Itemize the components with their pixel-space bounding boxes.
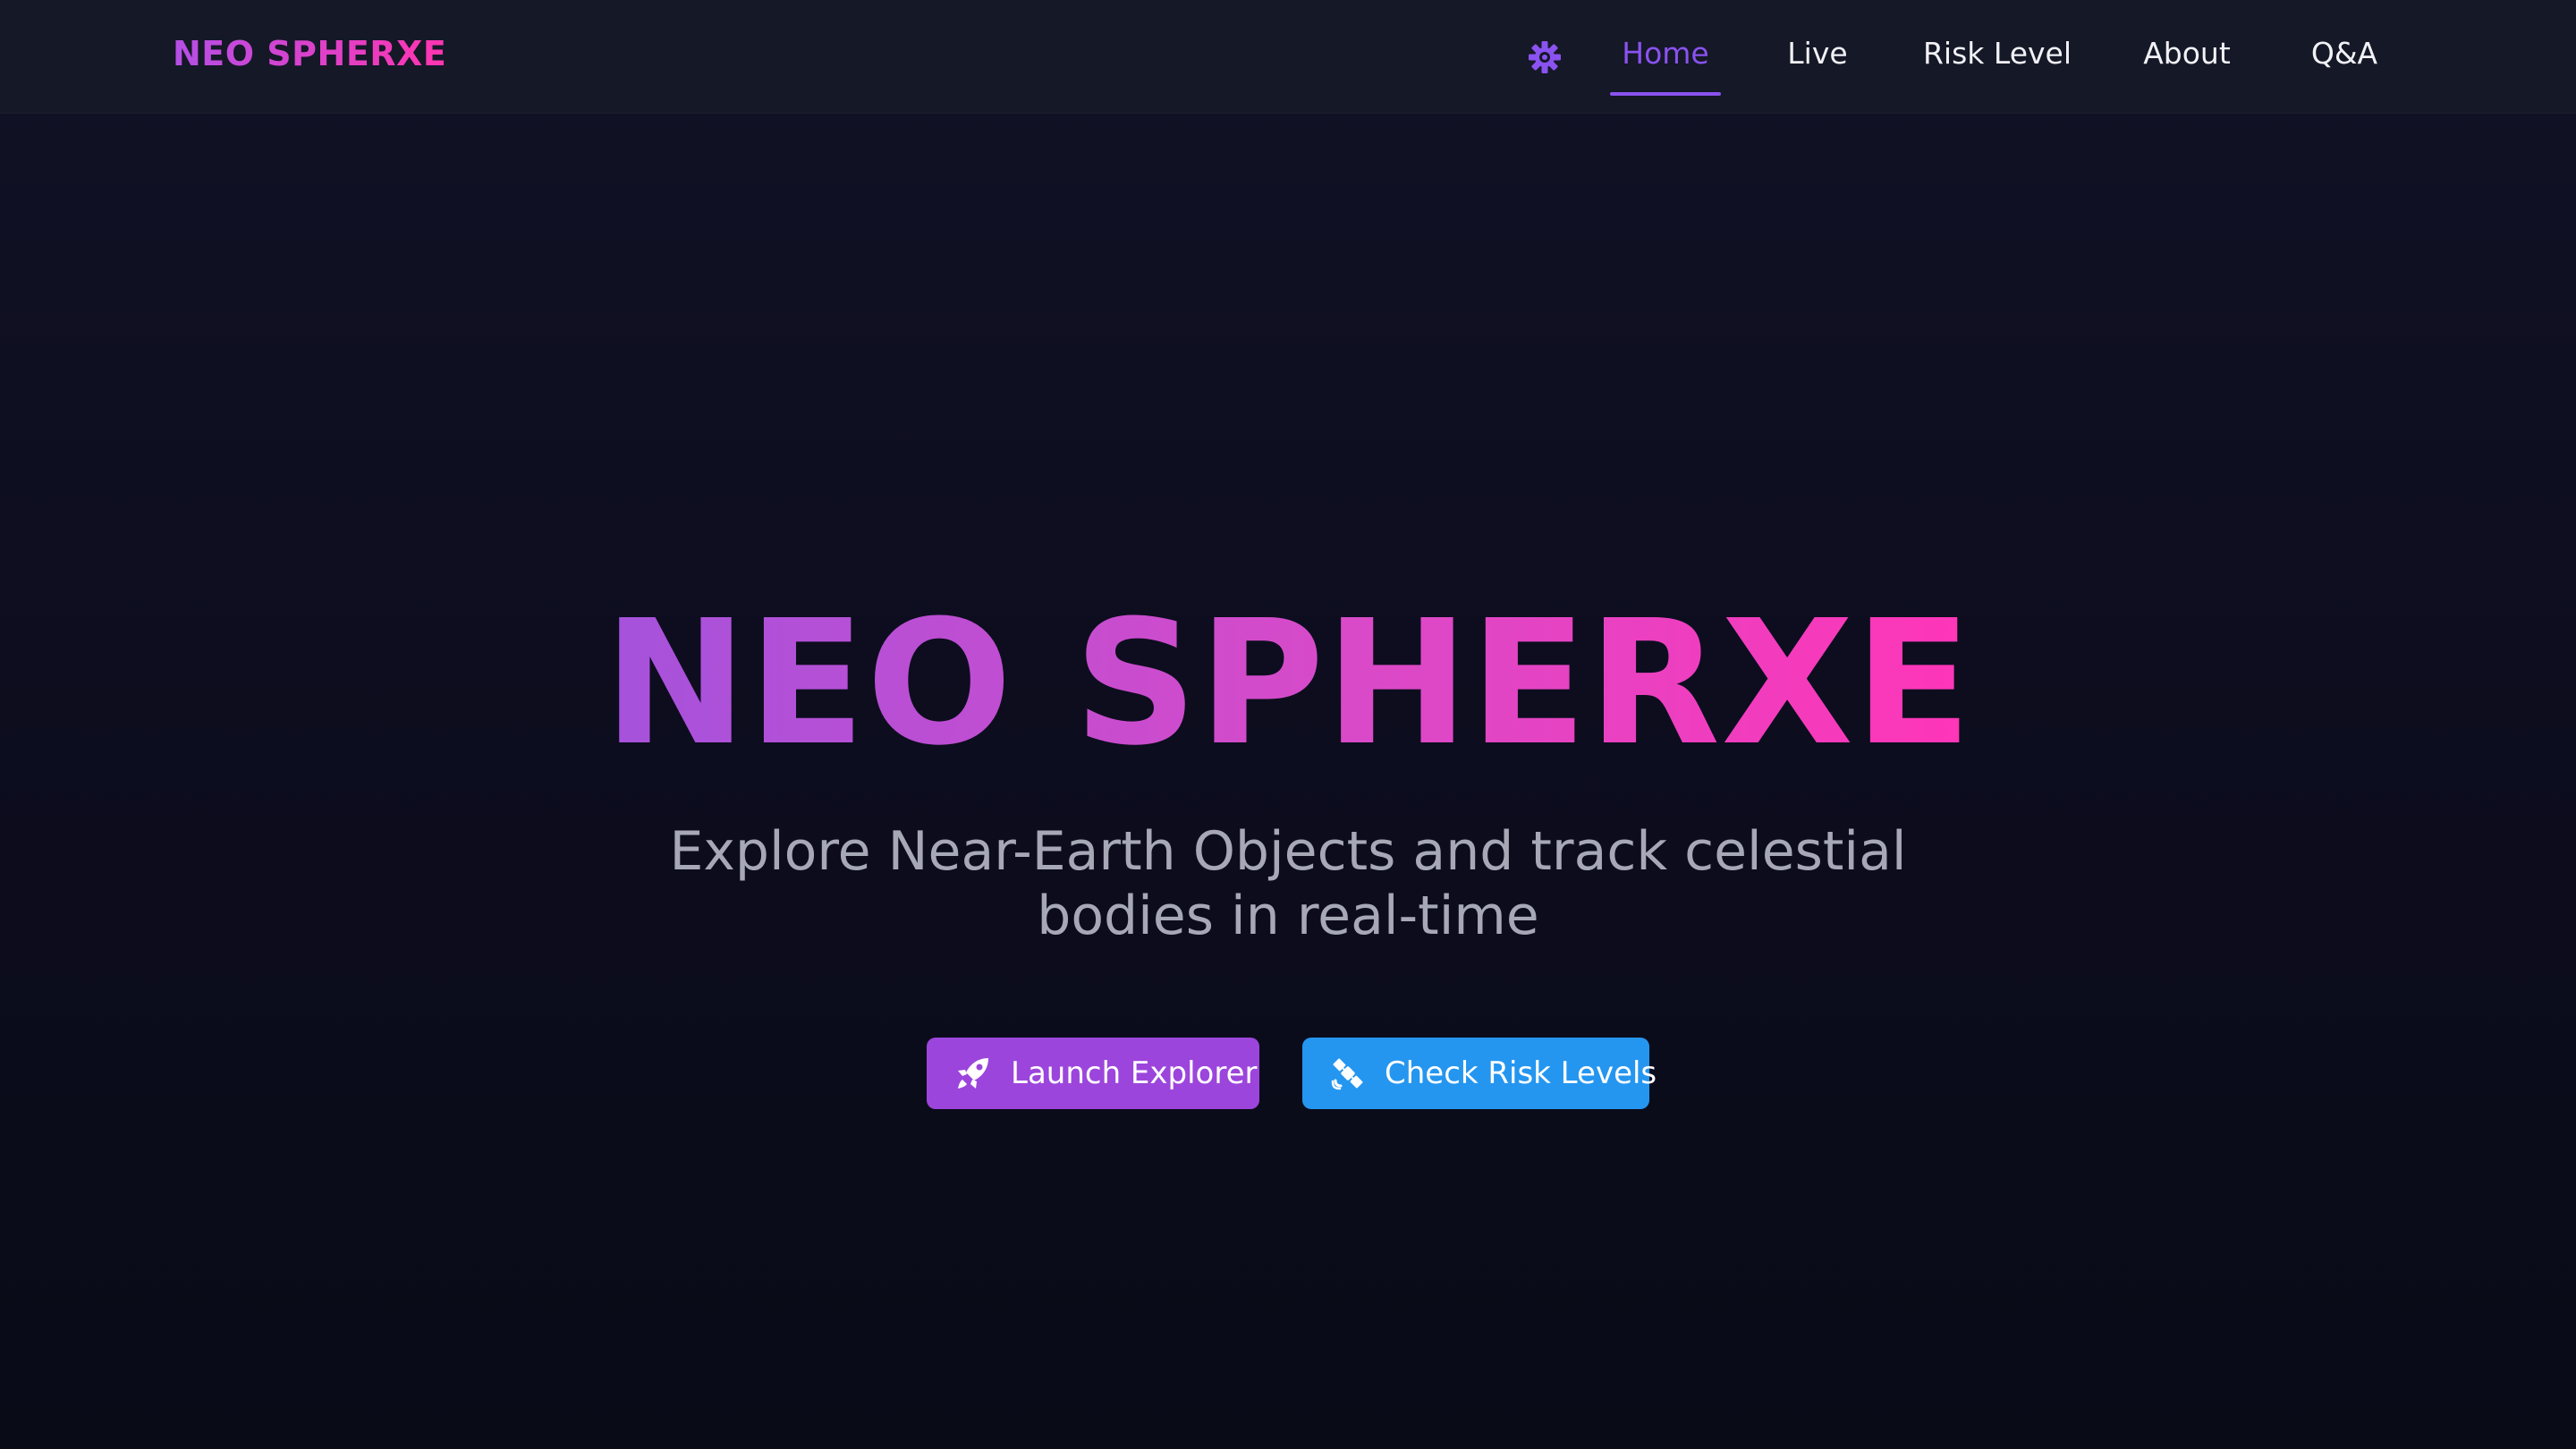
- nav-item-live[interactable]: Live: [1780, 36, 1855, 79]
- gear-icon: [1529, 41, 1561, 73]
- nav-item-risk-level[interactable]: Risk Level: [1914, 36, 2080, 79]
- satellite-icon: [1329, 1054, 1367, 1093]
- nav-item-about[interactable]: About: [2138, 36, 2236, 79]
- hero-title: NEO SPHERXE: [603, 584, 1973, 784]
- theme-toggle-button[interactable]: [1524, 37, 1565, 78]
- active-nav-indicator: [1610, 92, 1721, 96]
- check-risk-levels-button[interactable]: Check Risk Levels: [1302, 1038, 1657, 1109]
- hero-subtitle: Explore Near-Earth Objects and track cel…: [669, 820, 1907, 947]
- launch-explorer-label: Launch Explorer: [1011, 1055, 1258, 1091]
- page: NEO SPHERXE Home Live Risk Level About Q…: [0, 0, 2576, 1449]
- navbar: NEO SPHERXE Home Live Risk Level About Q…: [0, 0, 2576, 114]
- check-risk-levels-label: Check Risk Levels: [1385, 1055, 1657, 1091]
- nav-item-qa[interactable]: Q&A: [2306, 36, 2383, 79]
- launch-explorer-button[interactable]: Launch Explorer: [927, 1038, 1259, 1109]
- brand-logo[interactable]: NEO SPHERXE: [173, 34, 446, 73]
- rocket-icon: [953, 1054, 993, 1093]
- nav-item-home[interactable]: Home: [1610, 36, 1721, 79]
